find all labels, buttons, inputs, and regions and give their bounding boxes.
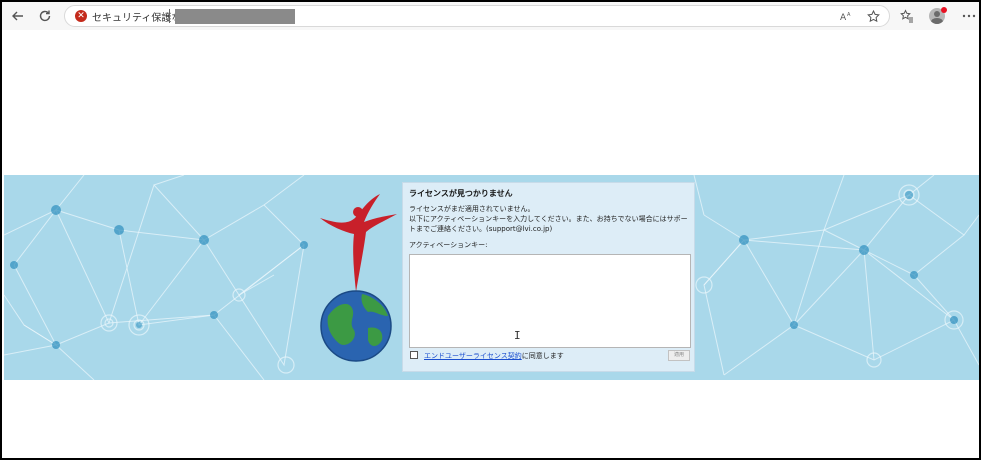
svg-text:A: A (840, 13, 847, 22)
eula-checkbox[interactable] (410, 351, 418, 359)
svg-text:A: A (847, 12, 851, 18)
eula-agree-suffix: に同意します (521, 352, 564, 360)
more-icon[interactable] (959, 6, 979, 26)
text-cursor-icon: I (514, 329, 521, 342)
dialog-title: ライセンスが見つかりません (409, 189, 513, 198)
favorites-icon[interactable] (897, 6, 917, 26)
address-separator (169, 9, 170, 23)
license-dialog: ライセンスが見つかりません ライセンスがまだ適用されていません。 以下にアクティ… (402, 182, 695, 372)
dialog-message-line1: ライセンスがまだ適用されていません。 (409, 205, 535, 213)
eula-agree-text: エンドユーザーライセンス契約に同意します (424, 351, 564, 361)
activation-key-input[interactable] (409, 254, 691, 348)
browser-toolbar: ✕ セキュリティ保護なし AA (2, 2, 979, 30)
eula-link[interactable]: エンドユーザーライセンス契約 (424, 352, 522, 360)
read-aloud-icon[interactable]: AA (839, 8, 855, 24)
url-redacted[interactable] (175, 9, 295, 24)
warning-circle-icon[interactable]: ✕ (75, 10, 87, 22)
dialog-message-line2: 以下にアクティベーションキーを入力してください。また、お持ちでない場合にはサポー… (409, 215, 688, 233)
refresh-icon[interactable] (35, 6, 55, 26)
dialog-message: ライセンスがまだ適用されていません。 以下にアクティベーションキーを入力してくだ… (409, 204, 691, 234)
logo (318, 188, 398, 363)
star-icon[interactable] (865, 8, 881, 24)
logo-figure-globe (320, 194, 397, 362)
notification-dot (941, 7, 947, 13)
activation-key-label: アクティベーションキー: (409, 241, 488, 249)
apply-button[interactable]: 適用 (668, 350, 690, 361)
browser-window: ✕ セキュリティ保護なし AA ライセンスが見つかりません ライセンスがまだ適用… (0, 0, 981, 460)
back-arrow-icon[interactable] (8, 6, 28, 26)
address-bar[interactable]: ✕ セキュリティ保護なし AA (64, 5, 890, 27)
